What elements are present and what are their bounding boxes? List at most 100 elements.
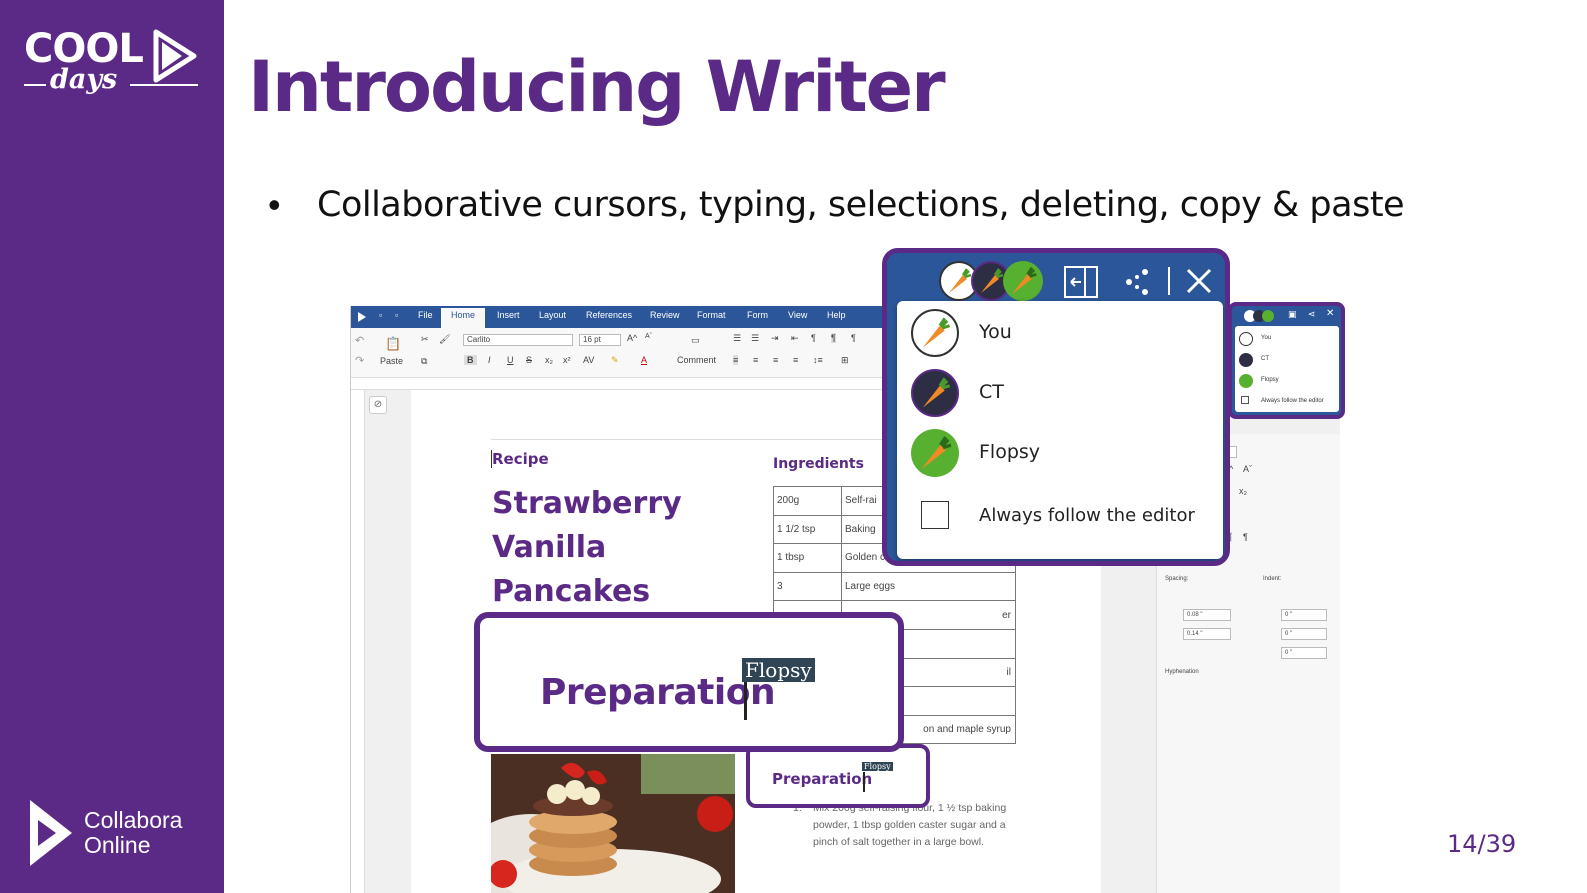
recipe-heading: Strawberry Vanilla Pancakes (492, 482, 682, 614)
cursor-owner-tag-small: Flopsy (862, 762, 893, 771)
indent-icon[interactable]: ⇥ (771, 333, 779, 344)
user-avatar (1239, 353, 1253, 367)
redo-icon[interactable]: ↷ (355, 354, 364, 367)
sidebar-pilcrow2-icon[interactable]: ¶ (1243, 532, 1248, 542)
share-icon-small[interactable]: ⋖ (1308, 309, 1316, 320)
comment-button[interactable]: Comment (677, 355, 716, 365)
user-avatar (911, 369, 959, 417)
user-avatar (911, 309, 959, 357)
menu-references[interactable]: References (586, 310, 632, 320)
pilcrow-icon[interactable]: ¶ (811, 333, 816, 343)
font-color-icon[interactable]: A (641, 355, 647, 365)
numbering-icon[interactable]: ☰ (751, 333, 759, 344)
share-icon[interactable] (1123, 267, 1151, 297)
sidebar-shrink-icon[interactable]: Aˇ (1243, 464, 1252, 474)
carrot-icon (922, 317, 951, 348)
table-cell: Large eggs (841, 571, 1016, 602)
menu-file[interactable]: File (418, 310, 433, 320)
clone-format-icon[interactable]: 🖌 (439, 334, 450, 345)
align-left-icon[interactable]: ≡ (733, 355, 739, 365)
font-size-select[interactable]: 16 pt (579, 334, 621, 346)
table-cell: 200g (773, 486, 842, 516)
heading-line: Pancakes (492, 574, 651, 609)
paragraph-style-icon[interactable]: ⊞ (841, 355, 849, 366)
italic-button[interactable]: I (488, 355, 491, 365)
step-text: Mix 200g self-raising flour, 1 ½ tsp bak… (813, 802, 1007, 848)
sidebar-toggle-icon-small[interactable]: ▣ (1288, 309, 1297, 320)
user-name: Flopsy (979, 441, 1041, 463)
list-item[interactable]: Flopsy (897, 425, 1223, 481)
menu-home[interactable]: Home (441, 308, 486, 328)
days-logo-text: days (50, 64, 118, 95)
list-item[interactable]: You (897, 305, 1223, 361)
spacing-below-field[interactable]: 0.14 " (1183, 628, 1231, 640)
follow-editor-checkbox-small[interactable] (1241, 396, 1249, 404)
menu-format[interactable]: Format (697, 310, 726, 320)
bold-button[interactable]: B (464, 355, 477, 365)
line-spacing-icon[interactable]: ↕≡ (813, 355, 823, 365)
outdent-icon[interactable]: ⇤ (791, 333, 799, 344)
user-name: You (979, 321, 1012, 343)
align-right-icon[interactable]: ≡ (773, 355, 778, 365)
menu-help[interactable]: Help (827, 310, 846, 320)
user-avatar (911, 429, 959, 477)
indent-first-field[interactable]: 0 " (1281, 647, 1327, 659)
bullets-icon[interactable]: ☰ (733, 333, 741, 344)
avatar-flopsy[interactable] (1003, 261, 1043, 301)
justify-icon[interactable]: ≡ (793, 355, 798, 365)
formatting-marks-icon[interactable]: ¶ (831, 333, 836, 343)
collaborators-list-small: You CT Flopsy Always follow the editor (1235, 326, 1339, 412)
preparation-heading-small: Preparation (772, 770, 873, 788)
pancake-photo (491, 754, 735, 893)
undo-icon[interactable]: ↶ (355, 334, 364, 347)
copy-icon[interactable]: ⧉ (421, 356, 427, 367)
navigator-toggle-icon[interactable]: ⊘ (369, 396, 387, 414)
superscript-button[interactable]: x² (563, 355, 571, 365)
rtl-icon[interactable]: ¶ (851, 333, 856, 343)
slide-page-number: 14/39 (1447, 830, 1517, 858)
cut-icon[interactable]: ✂ (421, 334, 429, 345)
shrink-font-icon[interactable]: Aˇ (645, 333, 652, 340)
logo-divider-right (130, 84, 198, 86)
header-divider (1168, 267, 1170, 295)
preparation-heading-large: Preparation (540, 672, 776, 713)
heading-line: Strawberry (492, 486, 682, 521)
save-icon[interactable]: ▫ (379, 310, 382, 320)
highlight-icon[interactable]: ✎ (611, 355, 619, 366)
close-icon[interactable] (1185, 267, 1213, 295)
menu-layout[interactable]: Layout (539, 310, 566, 320)
user-name: CT (1261, 356, 1269, 362)
user-avatar (1239, 374, 1253, 388)
subscript-button[interactable]: x₂ (545, 355, 553, 365)
slide-title: Introducing Writer (248, 46, 946, 128)
bullet-icon: • (268, 184, 281, 225)
font-name-select[interactable]: Carlito (463, 334, 573, 346)
indent-after-field[interactable]: 0 " (1281, 628, 1327, 640)
indent-before-field[interactable]: 0 " (1281, 609, 1327, 621)
sidebar-toggle-icon[interactable] (1063, 265, 1099, 299)
underline-button[interactable]: U (507, 355, 514, 365)
follow-editor-checkbox[interactable] (921, 501, 949, 529)
sidebar-sub-icon[interactable]: x₂ (1239, 486, 1247, 496)
text-cursor (491, 450, 492, 468)
edit-icon[interactable]: ▫ (395, 310, 398, 320)
menu-insert[interactable]: Insert (497, 310, 520, 320)
paste-button[interactable]: Paste (380, 356, 403, 366)
menu-view[interactable]: View (788, 310, 807, 320)
menu-form[interactable]: Form (747, 310, 768, 320)
comment-icon[interactable]: ▭ (691, 335, 700, 346)
table-cell: 3 (773, 571, 842, 602)
menu-review[interactable]: Review (650, 310, 680, 320)
remote-cursor-large (744, 682, 747, 720)
user-avatar (1239, 332, 1253, 346)
collabora-wordmark: Collabora Online (84, 808, 182, 858)
spacing-icon[interactable]: AV (583, 355, 594, 365)
spacing-above-field[interactable]: 0.08 " (1183, 609, 1231, 621)
close-icon-small[interactable]: ✕ (1326, 308, 1334, 319)
paste-icon[interactable]: 📋 (385, 336, 401, 352)
avatar-flopsy-small[interactable] (1262, 310, 1274, 322)
strikethrough-button[interactable]: S (526, 355, 532, 365)
grow-font-icon[interactable]: A^ (627, 333, 637, 343)
align-center-icon[interactable]: ≡ (753, 355, 758, 365)
list-item[interactable]: CT (897, 365, 1223, 421)
